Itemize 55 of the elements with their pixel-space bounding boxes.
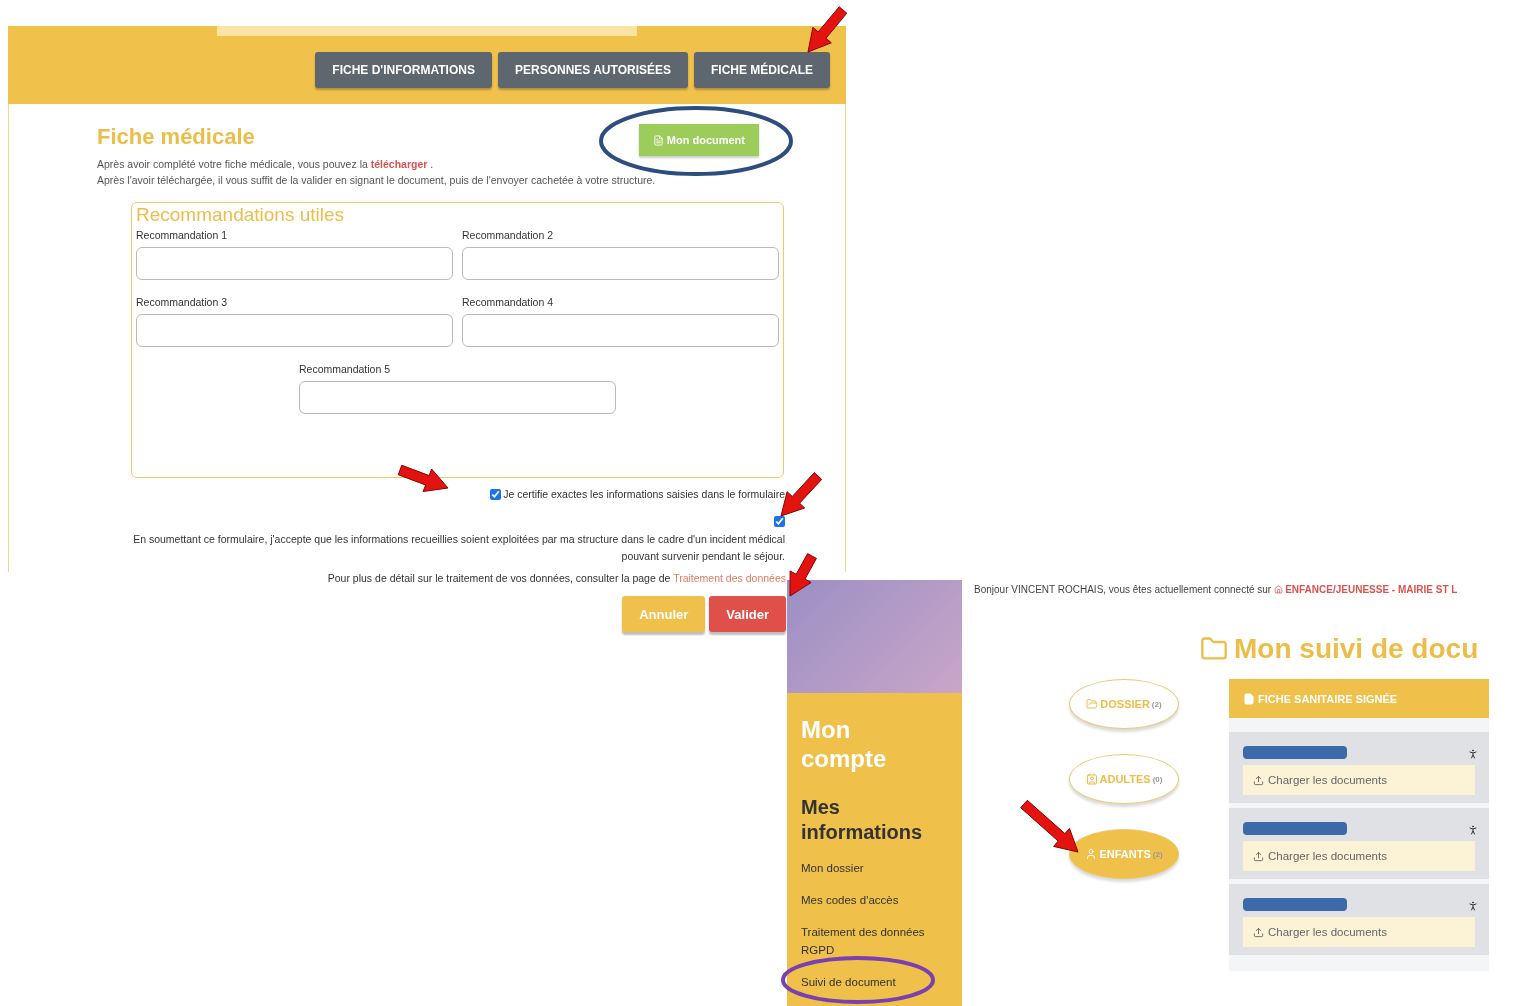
consent-text: En soumettant ce formulaire, j'accepte que les informations recueillies soient exploitées par ma structure dans le cadre d'un incident médical pouvant survenir pendant le séjour. [132,532,785,564]
upload-icon [1253,926,1264,938]
field-label: Recommandation 1 [136,229,229,241]
sidebar-item[interactable]: Suivi de document [801,973,952,991]
contact-card-icon [1085,773,1098,785]
tab[interactable]: PERSONNES AUTORISÉES [497,52,688,88]
text-field[interactable] [462,247,779,280]
field-label: Recommandation 3 [136,296,229,308]
upload-icon [1253,850,1264,862]
upload-button[interactable]: Charger les documents [1243,841,1475,871]
person-icon [1085,848,1098,860]
tab[interactable]: FICHE MÉDICALE [694,52,830,88]
annotation-arrow [807,6,848,53]
sidebar-title: Mon compte [801,715,888,773]
fieldset-legend: Recommandations utiles [136,205,779,225]
sidebar-item[interactable]: Traitement des données RGPD [801,923,952,959]
checkbox[interactable] [774,516,785,527]
intro-text: Après avoir complété votre fiche médicale, vous pouvez la télécharger . [97,157,435,172]
category-button[interactable]: ADULTES (0) [1069,754,1179,804]
text-field[interactable] [136,314,453,347]
upload-button[interactable]: Charger les documents [1243,917,1475,947]
text-field[interactable] [299,381,616,414]
sidebar-item[interactable]: Mon dossier [801,859,952,877]
annotation-arrow [1020,799,1079,853]
upload-icon [1253,774,1264,786]
page-title: Fiche médicale [97,124,255,150]
checkbox[interactable] [490,488,502,500]
greeting-text: Bonjour VINCENT ROCHAIS, vous êtes actuellement connecté sur [974,584,1272,595]
site-link[interactable]: ENFANCE/JEUNESSE - MAIRIE ST L [1274,584,1458,595]
person-icon [1467,748,1479,760]
field-label: Recommandation 2 [462,229,555,241]
home-icon [1274,585,1284,594]
privacy-link[interactable]: Traitement des données [673,572,786,584]
field-label: Recommandation 4 [462,296,555,308]
category-button[interactable]: DOSSIER (2) [1069,679,1179,729]
annotation-arrow [789,553,817,597]
submit-button[interactable]: Valider [709,596,786,632]
folder-icon [1086,698,1099,710]
document-icon [652,134,664,146]
text-field[interactable] [136,247,453,280]
person-icon [1467,900,1479,912]
sidebar-item[interactable]: Mes codes d'accès [801,891,952,909]
upload-button[interactable]: Charger les documents [1243,765,1475,795]
folder-icon [1200,635,1228,663]
checkbox-label: Je certifie exactes les informations saisies dans le formulaire [503,488,785,500]
privacy-text: Pour plus de détail sur le traitement de vos données, consulter la page de Traitement des données [326,572,786,584]
text-field[interactable] [462,314,779,347]
field-label: Recommandation 5 [299,363,392,375]
tab[interactable]: FICHE D'INFORMATIONS [315,52,492,88]
intro-text: Après l'avoir téléchargée, il vous suffit de la valider en signant le document, puis de l'envoyer cachetée à votre structure. [97,173,657,188]
person-icon [1467,824,1479,836]
annotation-arrow [397,464,449,492]
sidebar-heading: Mes informations [801,795,924,845]
page-title: Mon suivi de docu [1234,633,1479,665]
document-icon [1243,692,1255,705]
